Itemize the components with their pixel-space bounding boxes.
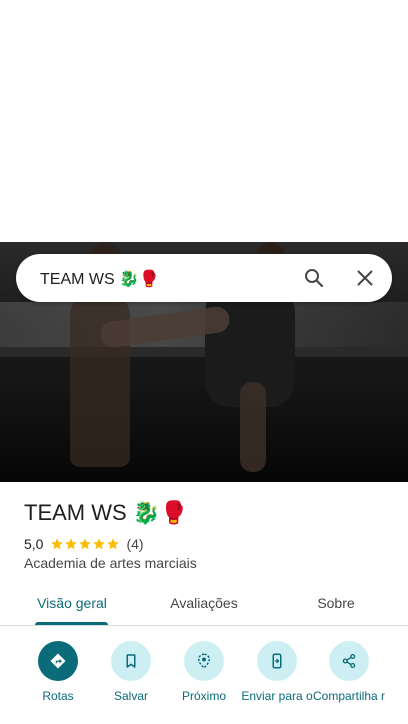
divider: [0, 625, 408, 626]
send-to-phone-icon: [272, 653, 282, 669]
nearby-label: Próximo: [181, 689, 226, 703]
place-category: Academia de artes marciais: [24, 555, 197, 571]
rating-row[interactable]: 5,0 (4): [24, 535, 144, 553]
send-to-phone-button[interactable]: Enviar para o: [237, 641, 317, 704]
search-icon[interactable]: [302, 266, 326, 290]
star-icon: [107, 538, 120, 550]
tab-about[interactable]: Sobre: [296, 595, 376, 625]
share-label: Compartilha r: [312, 689, 386, 703]
directions-icon: [50, 653, 66, 669]
blank-area: [0, 0, 408, 242]
star-icon: [51, 538, 64, 550]
search-query[interactable]: TEAM WS 🐉🥊: [40, 269, 159, 289]
directions-label: Rotas: [42, 689, 74, 703]
share-icon: [342, 653, 356, 669]
review-count: (4): [126, 536, 144, 552]
rating-stars: [50, 537, 120, 551]
bookmark-icon: [126, 654, 136, 668]
close-icon[interactable]: [353, 266, 377, 290]
tab-overview[interactable]: Visão geral: [24, 595, 120, 625]
save-button[interactable]: Salvar: [91, 641, 171, 704]
star-icon: [79, 538, 92, 550]
directions-button[interactable]: Rotas: [18, 641, 98, 704]
share-button[interactable]: Compartilha r: [309, 641, 389, 704]
tab-reviews[interactable]: Avaliações: [152, 595, 256, 625]
nearby-icon: [197, 653, 211, 669]
rating-value: 5,0: [24, 536, 44, 552]
search-bar[interactable]: TEAM WS 🐉🥊: [16, 254, 392, 302]
star-icon: [93, 538, 106, 550]
star-icon: [65, 538, 78, 550]
save-label: Salvar: [113, 689, 148, 703]
send-to-phone-label: Enviar para o: [241, 689, 313, 703]
nearby-button[interactable]: Próximo: [164, 641, 244, 704]
place-name: TEAM WS 🐉🥊: [24, 500, 188, 525]
